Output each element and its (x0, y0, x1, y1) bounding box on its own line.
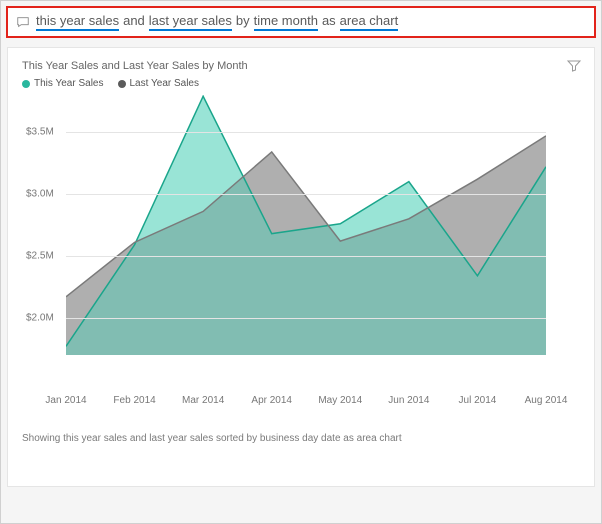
x-tick-label: Jul 2014 (459, 395, 497, 406)
y-axis: $2.0M $2.5M $3.0M $3.5M (26, 95, 66, 385)
x-tick-label: Mar 2014 (182, 395, 224, 406)
x-tick-label: Jun 2014 (388, 395, 429, 406)
legend-item[interactable]: This Year Sales (22, 78, 104, 89)
chart-title: This Year Sales and Last Year Sales by M… (22, 60, 580, 72)
area-last-year-overlay (66, 136, 546, 355)
grid-line (66, 256, 546, 257)
legend-swatch (118, 80, 126, 88)
y-tick-label: $2.0M (26, 312, 66, 323)
chart-plot: $2.0M $2.5M $3.0M $3.5M Jan 2014 Feb 2014 Mar… (26, 95, 546, 415)
legend-label: Last Year Sales (130, 78, 200, 89)
x-tick-label: May 2014 (318, 395, 362, 406)
chat-icon (16, 15, 30, 29)
x-axis: Jan 2014Feb 2014Mar 2014Apr 2014May 2014… (66, 389, 546, 415)
x-tick-label: Aug 2014 (525, 395, 568, 406)
chart-legend: This Year Sales Last Year Sales (22, 78, 580, 89)
filter-icon[interactable] (566, 58, 582, 79)
grid-line (66, 132, 546, 133)
chart-footer-note: Showing this year sales and last year sa… (22, 433, 580, 444)
x-tick-label: Jan 2014 (45, 395, 86, 406)
qna-token: as (322, 13, 336, 31)
y-tick-label: $3.0M (26, 189, 66, 200)
qna-input-bar[interactable]: this year salesandlast year salesbytime … (7, 7, 595, 37)
grid-line (66, 318, 546, 319)
qna-text: this year salesandlast year salesbytime … (36, 13, 398, 31)
y-tick-label: $2.5M (26, 250, 66, 261)
qna-token: and (123, 13, 145, 31)
qna-token: by (236, 13, 250, 31)
y-tick-label: $3.5M (26, 127, 66, 138)
x-tick-label: Feb 2014 (113, 395, 155, 406)
qna-token: time month (254, 13, 318, 31)
legend-label: This Year Sales (34, 78, 104, 89)
app-frame: this year salesandlast year salesbytime … (0, 0, 602, 524)
area-chart-svg (66, 95, 546, 385)
legend-swatch (22, 80, 30, 88)
qna-token: last year sales (149, 13, 232, 31)
x-tick-label: Apr 2014 (251, 395, 292, 406)
qna-token: area chart (340, 13, 399, 31)
chart-panel: This Year Sales and Last Year Sales by M… (7, 47, 595, 487)
grid-line (66, 194, 546, 195)
qna-token: this year sales (36, 13, 119, 31)
legend-item[interactable]: Last Year Sales (118, 78, 200, 89)
